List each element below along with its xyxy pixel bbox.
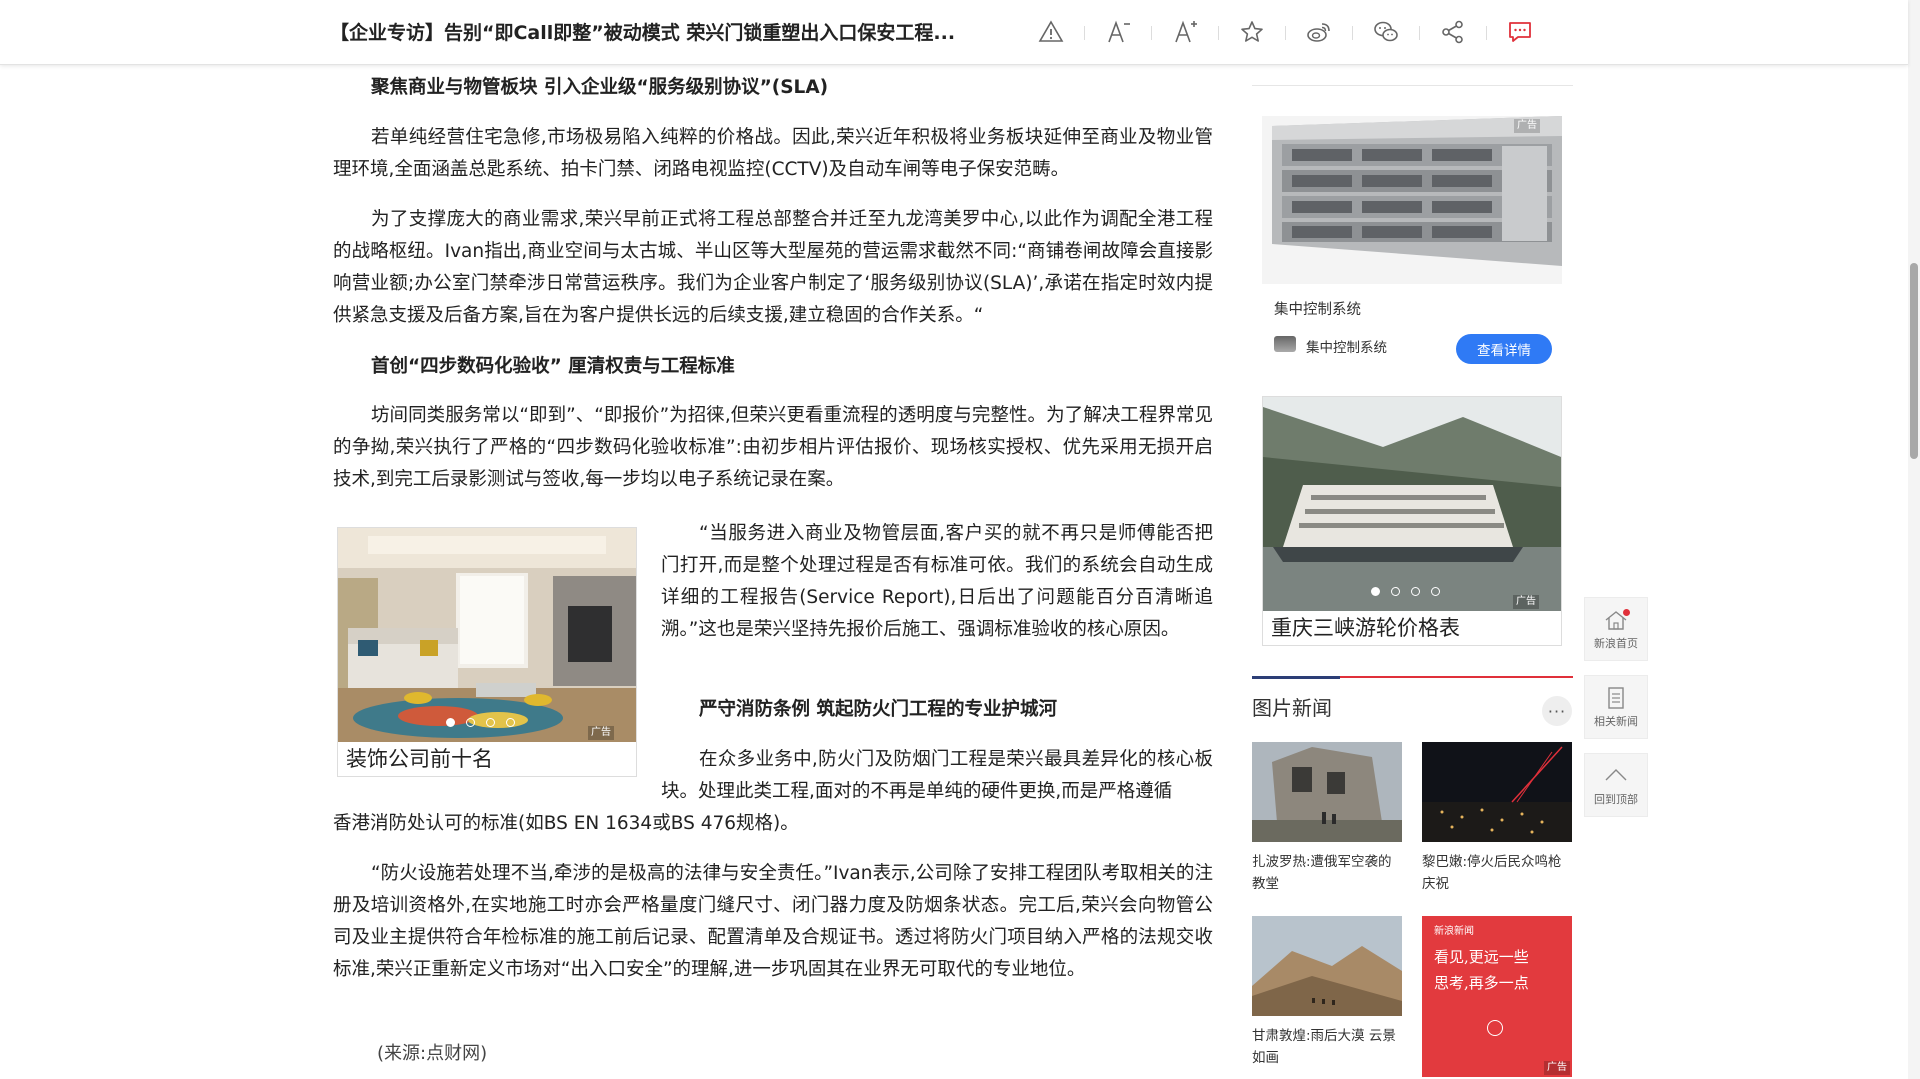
ad-brand: 集中控制系统 xyxy=(1306,340,1387,356)
document-icon xyxy=(1608,687,1624,709)
article-subheading: 严守消防条例 筑起防火门工程的专业护城河 xyxy=(699,699,1057,720)
share-wechat-button[interactable] xyxy=(1366,12,1406,52)
sidenav-label: 相关新闻 xyxy=(1594,715,1638,728)
notification-dot xyxy=(1623,609,1630,616)
sidebar-ad-cruise[interactable]: 广告 重庆三峡游轮价格表 xyxy=(1262,396,1562,646)
warning-icon xyxy=(1038,20,1064,42)
favorite-button[interactable] xyxy=(1232,12,1272,52)
news-image-church xyxy=(1252,742,1402,842)
font-decrease-icon xyxy=(1108,20,1130,43)
ad-slogan-2: 思考,再多一点 xyxy=(1434,974,1529,992)
ad-image-server: 广告 xyxy=(1262,116,1562,284)
sidebar-divider xyxy=(1252,85,1573,86)
ad-brand: 新浪新闻 xyxy=(1434,926,1474,937)
inline-ad[interactable]: 广告 装饰公司前十名 xyxy=(337,527,637,777)
photo-news-item[interactable]: 黎巴嫩:停火后民众鸣枪庆祝 xyxy=(1422,742,1572,895)
more-button[interactable]: ··· xyxy=(1542,696,1572,726)
ad-tag: 广告 xyxy=(588,726,614,740)
scrollbar-thumb[interactable] xyxy=(1910,263,1918,459)
ad-image-living-room: 广告 xyxy=(338,528,636,742)
ad-tag: 广告 xyxy=(1544,1061,1570,1075)
photo-news-item[interactable]: 扎波罗热:遭俄军空袭的教堂 xyxy=(1252,742,1402,895)
scrollbar-track[interactable] xyxy=(1908,0,1920,1079)
toolbar-title: 【企业专访】告别“即Call即整”被动模式 荣兴门锁重塑出入口保安工程... xyxy=(330,22,956,44)
section-divider xyxy=(1340,676,1573,678)
sidenav-home[interactable]: 新浪首页 xyxy=(1584,597,1648,661)
carousel-dot[interactable] xyxy=(1431,587,1440,596)
carousel-dots xyxy=(446,718,515,727)
article-toolbar: 【企业专访】告别“即Call即整”被动模式 荣兴门锁重塑出入口保安工程... xyxy=(0,0,1908,65)
carousel-dot[interactable] xyxy=(506,718,515,727)
photo-news-title: 图片新闻 xyxy=(1252,696,1332,720)
toolbar-divider xyxy=(1285,26,1286,40)
article-paragraph: 在众多业务中,防火门及防烟门工程是荣兴最具差异化的核心板块。处理此类工程,面对的… xyxy=(661,749,1213,802)
sidenav-label: 新浪首页 xyxy=(1594,637,1638,650)
article-source: (来源:点财网) xyxy=(377,1043,488,1064)
font-increase-button[interactable] xyxy=(1165,12,1205,52)
news-image-desert xyxy=(1252,916,1402,1016)
star-icon xyxy=(1241,21,1263,42)
section-divider xyxy=(1252,676,1340,679)
ad-logo-icon xyxy=(1487,1020,1503,1036)
ad-slogan-1: 看见,更远一些 xyxy=(1434,948,1529,966)
article-paragraph: “当服务进入商业及物管层面,客户买的就不再只是师傅能否把门打开,而是整个处理过程… xyxy=(661,523,1213,640)
comment-button[interactable] xyxy=(1500,12,1540,52)
article-paragraph: 若单纯经营住宅急修,市场极易陷入纯粹的价格战。因此,荣兴近年积极将业务板块延伸至… xyxy=(333,127,1213,180)
toolbar-divider xyxy=(1084,26,1085,40)
font-decrease-button[interactable] xyxy=(1098,12,1138,52)
share-icon xyxy=(1442,20,1463,44)
sidenav-related[interactable]: 相关新闻 xyxy=(1584,675,1648,739)
article-paragraph: “防火设施若处理不当,牵涉的是极高的法律与安全责任。”Ivan表示,公司除了安排… xyxy=(333,863,1213,980)
view-details-button[interactable]: 查看详情 xyxy=(1456,334,1552,364)
carousel-dot[interactable] xyxy=(466,718,475,727)
sidenav-back-to-top[interactable]: 回到顶部 xyxy=(1584,753,1648,817)
toolbar-divider xyxy=(1419,26,1420,40)
carousel-dot[interactable] xyxy=(486,718,495,727)
news-caption[interactable]: 扎波罗热:遭俄军空袭的教堂 xyxy=(1252,851,1402,895)
carousel-dot[interactable] xyxy=(1391,587,1400,596)
article-paragraph: 坊间同类服务常以“即到”、“即报价”为招徕,但荣兴更看重流程的透明度与完整性。为… xyxy=(333,405,1213,490)
sidenav-label: 回到顶部 xyxy=(1594,793,1638,806)
ad-title[interactable]: 集中控制系统 xyxy=(1274,298,1361,319)
comment-icon xyxy=(1509,22,1531,42)
ad-tag: 广告 xyxy=(1513,595,1539,609)
toolbar-divider xyxy=(1486,26,1487,40)
article-paragraph: 为了支撑庞大的商业需求,荣兴早前正式将工程总部整合并迁至九龙湾美罗中心,以此作为… xyxy=(333,209,1213,326)
ad-caption[interactable]: 装饰公司前十名 xyxy=(346,744,493,774)
carousel-dot[interactable] xyxy=(1371,587,1380,596)
brand-logo-icon xyxy=(1274,336,1296,352)
sidebar-ad-server[interactable]: 广告 集中控制系统 集中控制系统 xyxy=(1262,116,1562,366)
font-increase-icon xyxy=(1175,20,1197,43)
share-button[interactable] xyxy=(1433,12,1473,52)
ad-image-cruise: 广告 xyxy=(1263,397,1561,611)
photo-news-item[interactable]: 甘肃敦煌:雨后大漠 云景如画 xyxy=(1252,916,1402,1069)
carousel-dot[interactable] xyxy=(446,718,455,727)
article-subheading: 聚焦商业与物管板块 引入企业级“服务级别协议”(SLA) xyxy=(371,77,829,98)
news-caption[interactable]: 黎巴嫩:停火后民众鸣枪庆祝 xyxy=(1422,851,1572,895)
ad-caption[interactable]: 重庆三峡游轮价格表 xyxy=(1271,613,1460,643)
news-image-night-city xyxy=(1422,742,1572,842)
carousel-dots xyxy=(1371,587,1440,596)
weibo-icon xyxy=(1307,23,1330,42)
chevron-up-icon xyxy=(1605,769,1627,781)
toolbar-divider xyxy=(1218,26,1219,40)
toolbar-divider xyxy=(1352,26,1353,40)
article-paragraph-continuation: 香港消防处认可的标准(如BS EN 1634或BS 476规格)。 xyxy=(333,813,799,834)
share-weibo-button[interactable] xyxy=(1299,12,1339,52)
news-image-ad: 新浪新闻 看见,更远一些 思考,再多一点 广告 xyxy=(1422,916,1572,1077)
carousel-dot[interactable] xyxy=(1411,587,1420,596)
wechat-icon xyxy=(1374,21,1398,42)
photo-news-ad[interactable]: 新浪新闻 看见,更远一些 思考,再多一点 广告 xyxy=(1422,916,1572,1077)
news-caption[interactable]: 甘肃敦煌:雨后大漠 云景如画 xyxy=(1252,1025,1402,1069)
report-button[interactable] xyxy=(1031,12,1071,52)
ad-tag: 广告 xyxy=(1514,119,1540,133)
article-subheading: 首创“四步数码化验收” 厘清权责与工程标准 xyxy=(371,356,735,377)
toolbar-divider xyxy=(1151,26,1152,40)
